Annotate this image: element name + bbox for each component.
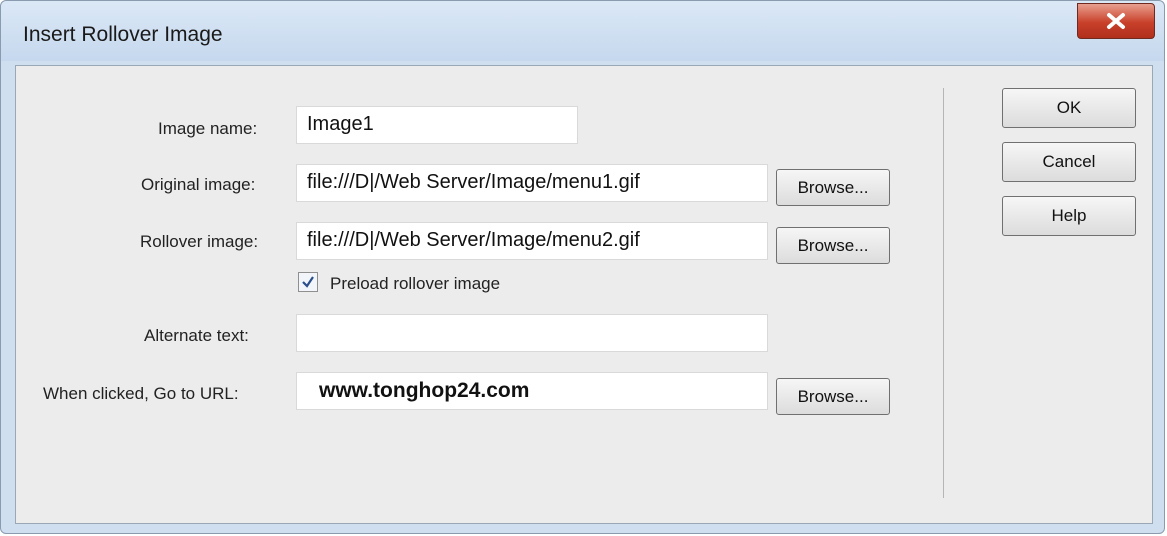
alternate-text-label: Alternate text:: [144, 326, 249, 345]
image-name-label: Image name:: [158, 119, 258, 138]
rollover-image-browse-button[interactable]: Browse...: [776, 227, 890, 264]
dialog-window: Insert Rollover Image: [0, 0, 1165, 534]
close-icon: [1107, 13, 1125, 29]
url-input[interactable]: www.tonghop24.com: [296, 372, 768, 410]
url-label: When clicked, Go to URL:: [43, 384, 239, 403]
original-image-label: Original image:: [141, 175, 256, 194]
image-name-input[interactable]: Image1: [296, 106, 578, 144]
preload-checkbox[interactable]: [298, 272, 318, 292]
rollover-image-label: Rollover image:: [140, 232, 259, 251]
rollover-image-input[interactable]: file:///D|/Web Server/Image/menu2.gif: [296, 222, 768, 260]
dialog-title: Insert Rollover Image: [23, 23, 223, 46]
cancel-button[interactable]: Cancel: [1002, 142, 1136, 182]
original-image-browse-button[interactable]: Browse...: [776, 169, 890, 206]
original-image-input[interactable]: file:///D|/Web Server/Image/menu1.gif: [296, 164, 768, 202]
help-button[interactable]: Help: [1002, 196, 1136, 236]
alternate-text-input[interactable]: [296, 314, 768, 352]
preload-label[interactable]: Preload rollover image: [330, 274, 500, 294]
checkmark-icon: [302, 276, 314, 288]
url-browse-button[interactable]: Browse...: [776, 378, 890, 415]
title-bar: Insert Rollover Image: [1, 1, 1164, 61]
ok-button[interactable]: OK: [1002, 88, 1136, 128]
separator: [943, 88, 944, 498]
close-button[interactable]: [1077, 3, 1155, 39]
